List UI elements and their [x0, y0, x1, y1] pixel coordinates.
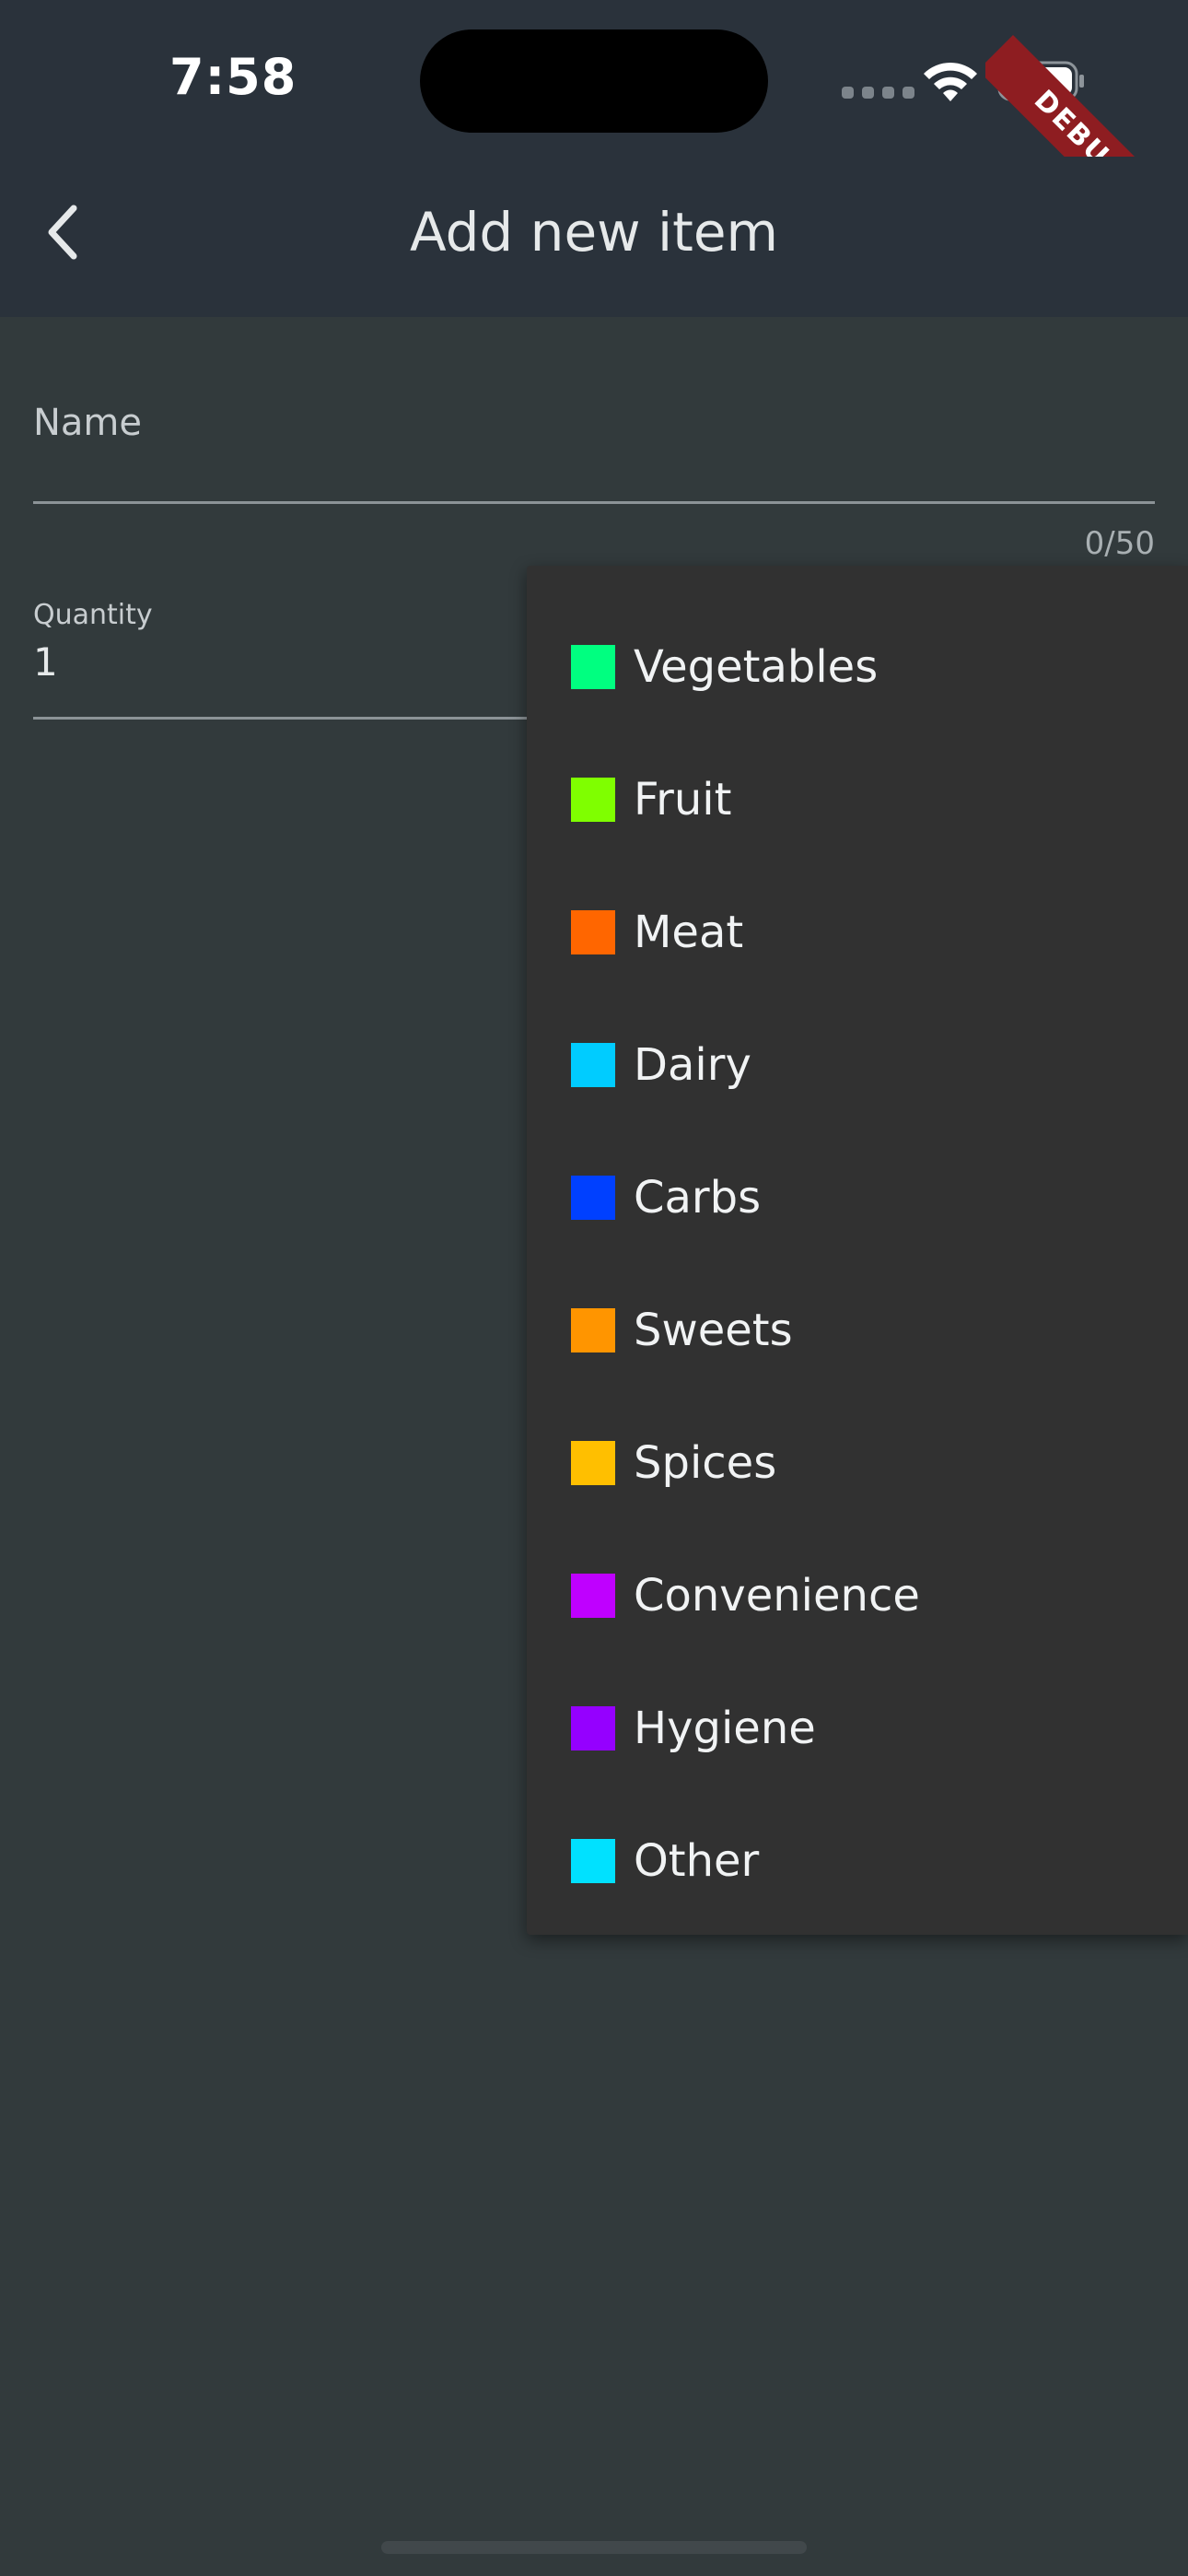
name-field-underline: [33, 501, 1155, 504]
category-option-label: Fruit: [634, 774, 732, 825]
category-option-label: Dairy: [634, 1039, 751, 1091]
category-option-label: Hygiene: [634, 1703, 816, 1754]
category-option[interactable]: Carbs: [527, 1131, 1188, 1264]
status-bar: 7:58 DEBUG: [0, 0, 1188, 203]
category-color-swatch: [571, 910, 615, 954]
category-option-label: Spices: [634, 1437, 777, 1489]
category-option[interactable]: Fruit: [527, 733, 1188, 866]
category-option[interactable]: Convenience: [527, 1529, 1188, 1662]
category-option-label: Vegetables: [634, 641, 879, 693]
category-color-swatch: [571, 645, 615, 689]
category-color-swatch: [571, 1308, 615, 1352]
quantity-field-underline: [33, 717, 530, 720]
home-indicator: [381, 2541, 807, 2554]
category-color-swatch: [571, 778, 615, 822]
category-color-swatch: [571, 1706, 615, 1751]
category-option[interactable]: Vegetables: [527, 601, 1188, 733]
cellular-signal-icon: [842, 87, 914, 99]
quantity-field-value[interactable]: 1: [33, 639, 58, 685]
category-color-swatch: [571, 1176, 615, 1220]
category-color-swatch: [571, 1043, 615, 1087]
category-option[interactable]: Meat: [527, 866, 1188, 999]
category-dropdown-menu: Vegetables Fruit Meat Dairy Carbs Sweets…: [527, 566, 1188, 1935]
category-option-label: Carbs: [634, 1172, 762, 1224]
name-field-label: Name: [33, 402, 143, 444]
status-time: 7:58: [169, 48, 297, 106]
wifi-icon: [924, 62, 977, 101]
category-option[interactable]: Sweets: [527, 1264, 1188, 1397]
category-option-label: Sweets: [634, 1305, 793, 1356]
category-color-swatch: [571, 1574, 615, 1618]
category-option-label: Meat: [634, 907, 744, 958]
category-color-swatch: [571, 1839, 615, 1883]
category-option[interactable]: Dairy: [527, 999, 1188, 1131]
character-counter: 0/50: [1084, 525, 1155, 562]
category-option[interactable]: Spices: [527, 1397, 1188, 1529]
app-bar: Add new item: [0, 157, 1188, 317]
dynamic-island: [420, 29, 768, 133]
page-title: Add new item: [409, 201, 779, 263]
category-option-label: Other: [634, 1835, 760, 1887]
category-option[interactable]: Other: [527, 1795, 1188, 1927]
quantity-field-label: Quantity: [33, 599, 153, 631]
category-color-swatch: [571, 1441, 615, 1485]
category-option[interactable]: Hygiene: [527, 1662, 1188, 1795]
category-option-label: Convenience: [634, 1570, 920, 1622]
